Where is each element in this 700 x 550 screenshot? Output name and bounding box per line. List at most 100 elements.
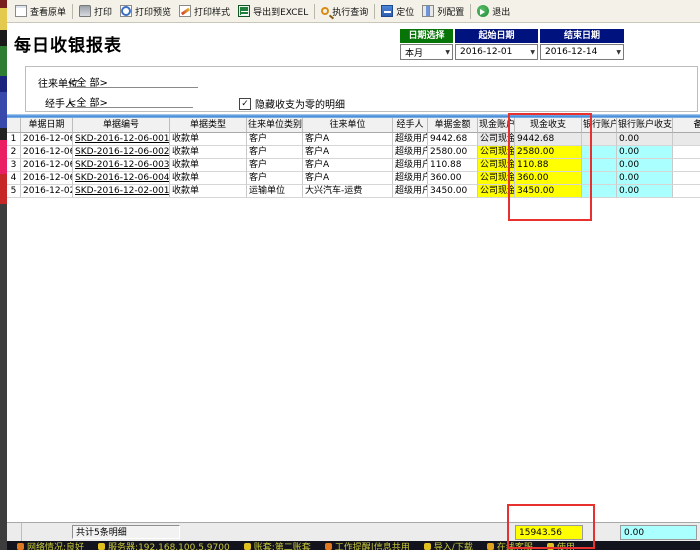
- window-sliver-segment: [0, 204, 7, 550]
- print-preview-icon: [120, 5, 132, 17]
- column-header-date[interactable]: 单据日期: [21, 118, 73, 133]
- table-row[interactable]: 32016-12-06SKD-2016-12-06-003收款单客户客户A超级用…: [7, 159, 700, 172]
- chevron-down-icon: ▼: [530, 49, 535, 56]
- hide-zero-checkbox-row[interactable]: ✓ 隐藏收支为零的明细: [239, 96, 345, 111]
- cell-docno[interactable]: SKD-2016-12-06-003: [73, 159, 170, 172]
- window-sliver-segment: [0, 46, 7, 76]
- window-sliver-segment: [0, 140, 7, 174]
- cell-remark: [673, 159, 700, 172]
- exit-button[interactable]: 退出: [473, 3, 514, 20]
- report-grid: 单据日期单据编号单据类型往来单位类别往来单位经手人单据金额现金账户现金收支银行账…: [7, 118, 700, 198]
- cell-bankflow: 0.00: [617, 172, 673, 185]
- toolbar-button-label: 退出: [492, 5, 510, 18]
- cell-amount: 3450.00: [428, 185, 478, 198]
- cell-handler: 超级用户: [393, 185, 428, 198]
- footer-bank-total: 0.00: [620, 525, 697, 540]
- status-item: 导入/下载: [424, 542, 473, 550]
- annotation-rect-cashflow-column: [508, 113, 592, 221]
- date-range-panel: 日期选择 起始日期 结束日期 本月 ▼ 2016-12-01 ▼ 2016-12…: [400, 29, 624, 60]
- cell-remark: [673, 146, 700, 159]
- cell-amount: 9442.68: [428, 133, 478, 146]
- cell-docno[interactable]: SKD-2016-12-06-001: [73, 133, 170, 146]
- status-text: 导入/下载: [434, 542, 473, 550]
- status-text: 账套:第二账套: [254, 542, 311, 550]
- end-date-select[interactable]: 2016-12-14 ▼: [540, 44, 624, 60]
- column-header-bankflow[interactable]: 银行账户收支: [617, 118, 673, 133]
- print-style-button[interactable]: 打印样式: [175, 3, 234, 20]
- cell-date: 2016-12-06: [21, 133, 73, 146]
- toolbar-button-label: 打印样式: [194, 5, 230, 18]
- cell-bankflow: 0.00: [617, 133, 673, 146]
- window-sliver-segment: [0, 30, 7, 46]
- chevron-down-icon: ▼: [445, 49, 450, 56]
- print-button[interactable]: 打印: [75, 3, 116, 20]
- column-header-handler[interactable]: 经手人: [393, 118, 428, 133]
- status-text: 工作提醒|信息共用: [335, 542, 410, 550]
- column-header-unit[interactable]: 往来单位: [303, 118, 393, 133]
- column-header-remark[interactable]: 备注: [673, 118, 700, 133]
- viewdoc-icon: [15, 5, 27, 17]
- cell-cat: 客户: [247, 159, 303, 172]
- column-header-cat[interactable]: 往来单位类别: [247, 118, 303, 133]
- toolbar-button-label: 打印预览: [135, 5, 171, 18]
- status-item: 工作提醒|信息共用: [325, 542, 410, 550]
- cell-date: 2016-12-06: [21, 159, 73, 172]
- status-icon: [487, 543, 494, 550]
- table-row[interactable]: 52016-12-02SKD-2016-12-02-001收款单运输单位大兴汽车…: [7, 185, 700, 198]
- column-header-doctype[interactable]: 单据类型: [170, 118, 247, 133]
- table-row[interactable]: 42016-12-06SKD-2016-12-06-004收款单客户客户A超级用…: [7, 172, 700, 185]
- cell-cat: 运输单位: [247, 185, 303, 198]
- cell-unit: 客户A: [303, 172, 393, 185]
- date-range-select[interactable]: 本月 ▼: [400, 44, 453, 60]
- cell-handler: 超级用户: [393, 172, 428, 185]
- status-icon: [424, 543, 431, 550]
- end-date-header: 结束日期: [540, 29, 624, 43]
- screenshot-stage: 查看原单打印打印预览打印样式导出到EXCEL执行查询定位列配置退出 每日收银报表…: [0, 0, 700, 550]
- chevron-down-icon: ▼: [616, 49, 621, 56]
- viewdoc-button[interactable]: 查看原单: [11, 3, 70, 20]
- cell-handler: 超级用户: [393, 146, 428, 159]
- cell-date: 2016-12-02: [21, 185, 73, 198]
- table-row[interactable]: 12016-12-06SKD-2016-12-06-001收款单客户客户A超级用…: [7, 133, 700, 146]
- cell-docno[interactable]: SKD-2016-12-06-002: [73, 146, 170, 159]
- checkbox-checked-icon[interactable]: ✓: [239, 98, 251, 110]
- cell-docno[interactable]: SKD-2016-12-06-004: [73, 172, 170, 185]
- toolbar-separator: [374, 4, 375, 19]
- cell-doctype: 收款单: [170, 185, 247, 198]
- table-row[interactable]: 22016-12-06SKD-2016-12-06-002收款单客户客户A超级用…: [7, 146, 700, 159]
- cell-doctype: 收款单: [170, 172, 247, 185]
- export-excel-button[interactable]: 导出到EXCEL: [234, 3, 312, 20]
- window-sliver-segment: [0, 92, 7, 128]
- background-window-sliver: [0, 0, 7, 550]
- column-header-docno[interactable]: 单据编号: [73, 118, 170, 133]
- status-icon: [325, 543, 332, 550]
- date-selector-header: 日期选择: [400, 29, 453, 43]
- report-window: 查看原单打印打印预览打印样式导出到EXCEL执行查询定位列配置退出 每日收银报表…: [7, 0, 700, 550]
- cell-amount: 2580.00: [428, 146, 478, 159]
- export-excel-icon: [238, 5, 250, 17]
- cell-num: 1: [7, 133, 21, 146]
- toolbar-separator: [72, 4, 73, 19]
- cell-unit: 客户A: [303, 146, 393, 159]
- status-icon: [17, 543, 24, 550]
- column-header-amount[interactable]: 单据金额: [428, 118, 478, 133]
- locate-button[interactable]: 定位: [377, 3, 418, 20]
- status-text: 服务器:192.168.100.5.9700: [108, 542, 230, 550]
- toolbar-button-label: 列配置: [437, 5, 464, 18]
- toolbar: 查看原单 打印 打印预览 打印样式导出到EXCEL 执行查询定位 列配置 退出: [7, 0, 700, 23]
- cell-docno[interactable]: SKD-2016-12-02-001: [73, 185, 170, 198]
- handler-filter-underline: [66, 107, 193, 108]
- toolbar-button-label: 查看原单: [30, 5, 66, 18]
- print-preview-button[interactable]: 打印预览: [116, 3, 175, 20]
- toolbar-button-label: 打印: [94, 5, 112, 18]
- start-date-select[interactable]: 2016-12-01 ▼: [455, 44, 538, 60]
- column-header-num[interactable]: [7, 118, 21, 133]
- cell-cat: 客户: [247, 146, 303, 159]
- column-config-icon: [422, 5, 434, 17]
- run-query-button[interactable]: 执行查询: [317, 3, 372, 20]
- cell-handler: 超级用户: [393, 133, 428, 146]
- cell-cat: 客户: [247, 172, 303, 185]
- column-config-button[interactable]: 列配置: [418, 3, 468, 20]
- footer-corner-cell: [7, 523, 22, 542]
- cell-unit: 客户A: [303, 159, 393, 172]
